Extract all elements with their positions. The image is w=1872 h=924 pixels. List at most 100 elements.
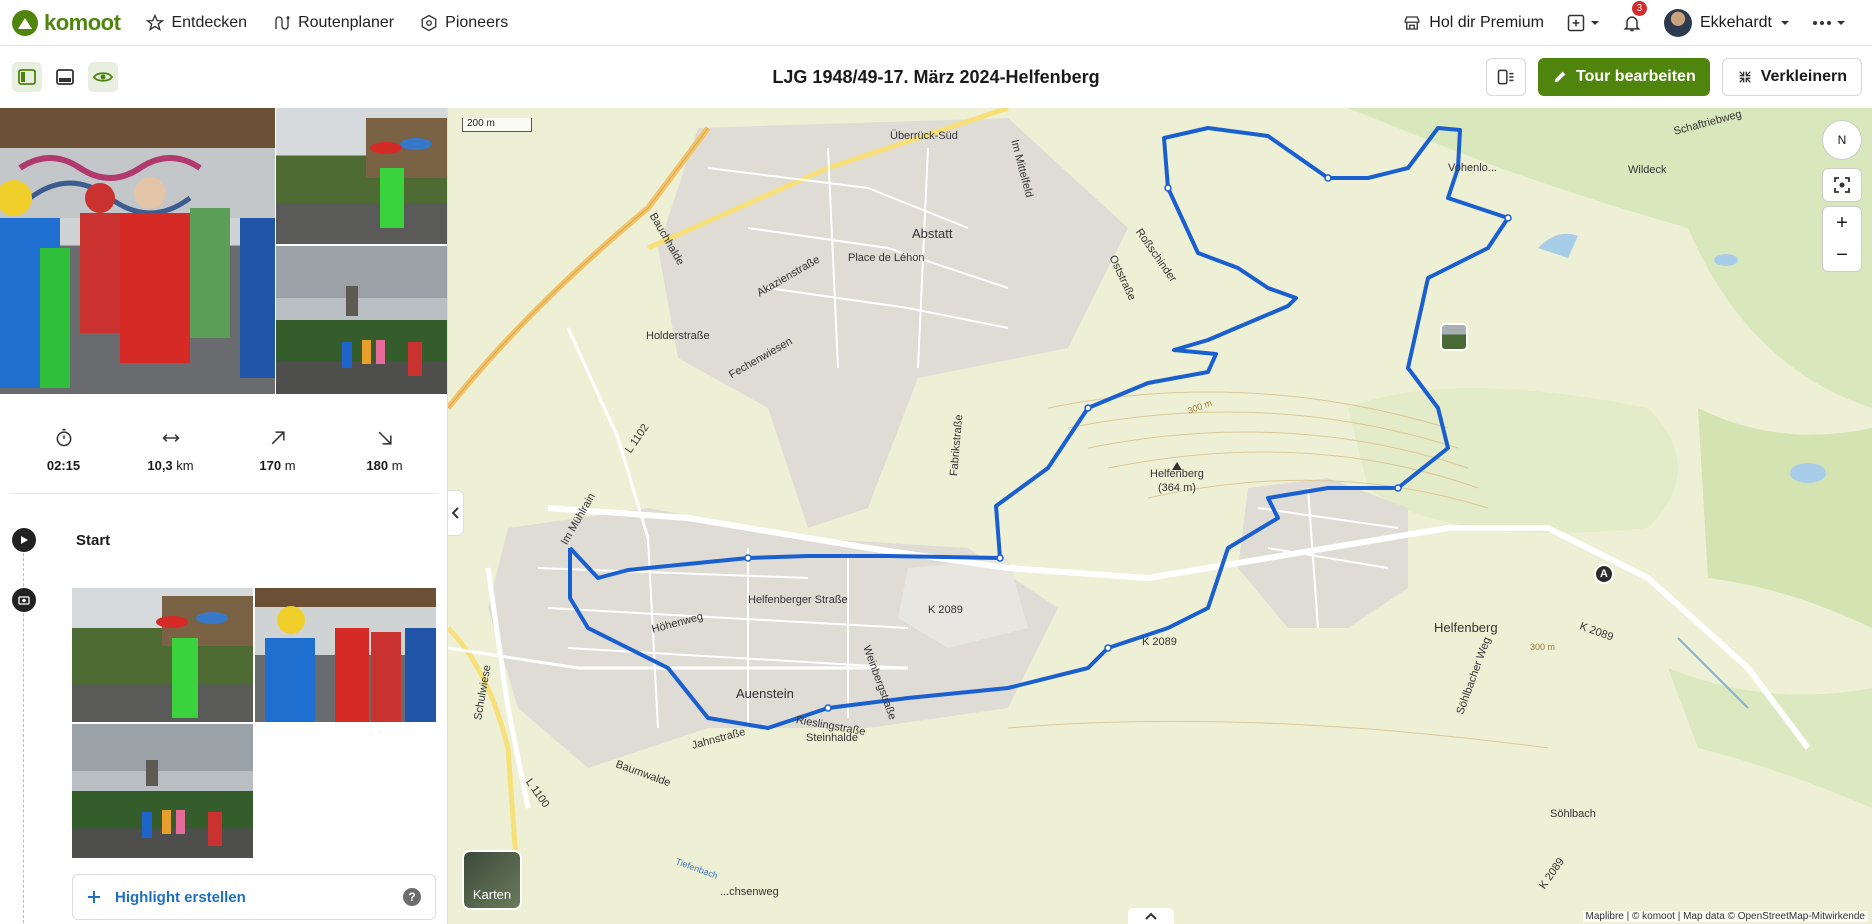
stat-distance: 10,3 km [117,408,224,493]
view-preview-toggle[interactable] [88,62,118,92]
nav-entdecken[interactable]: Entdecken [146,13,248,32]
hikers-path-image [342,286,422,376]
downhill-value: 180 [366,458,389,473]
stat-duration: 02:15 [10,408,117,493]
map-label: K 2089 [1142,636,1177,648]
zoom-out-button[interactable]: − [1822,239,1862,271]
tour-photo-hikers-umbrellas[interactable] [276,108,447,244]
more-menu-button[interactable] [1812,18,1846,28]
tour-photo-hikers-path[interactable] [276,246,447,394]
view-sidebar-toggle[interactable] [12,62,42,92]
nav-pioneers-label: Pioneers [445,13,509,31]
timeline-photo-3[interactable] [72,724,253,858]
tour-photo-group[interactable] [0,108,275,394]
user-name: Ekkehardt [1699,13,1772,31]
store-icon [1404,15,1420,30]
hexagon-icon [421,14,437,31]
pencil-icon [1554,71,1566,83]
notification-badge: 3 [1631,0,1647,16]
nav-routenplaner-label: Routenplaner [298,13,395,31]
map-photo-marker[interactable] [1440,323,1468,351]
collapse-sidebar-button[interactable] [448,490,464,536]
start-label: Start [76,531,111,549]
chevron-down-icon [1590,20,1599,25]
map-layers-button[interactable]: Karten [462,850,522,910]
map-label: Überrück-Süd [890,130,958,142]
distance-value: 10,3 [147,458,173,473]
hikers-path-image [142,760,222,846]
chevron-down-icon [1837,20,1845,25]
chevron-down-icon [1781,20,1789,25]
uphill-value: 170 [259,458,282,473]
nav-routenplaner[interactable]: Routenplaner [273,14,394,32]
view-bottom-panel-toggle[interactable] [50,62,80,92]
premium-link[interactable]: Hol dir Premium [1403,14,1544,32]
notifications-button[interactable]: 3 [1622,0,1647,33]
zoom-control: + − [1822,206,1862,272]
timeline-photo-2[interactable] [255,588,436,722]
recenter-button[interactable] [1822,169,1862,201]
route-icon [275,15,290,30]
tour-map[interactable]: 200 m Überrück-Süd Abstatt Place de Lého… [448,108,1872,924]
group-photo-image [265,606,436,722]
user-menu[interactable]: Ekkehardt [1663,8,1790,37]
focus-icon [1834,177,1850,193]
play-icon [12,528,36,552]
compare-button[interactable] [1486,58,1526,96]
more-horizontal-icon [1813,20,1831,25]
timeline-start[interactable]: Start [12,528,110,552]
eye-icon [93,72,113,82]
edit-tour-button[interactable]: Tour bearbeiten [1538,58,1710,96]
map-attribution[interactable]: Maplibre | © komoot | Map data © OpenStr… [1582,911,1868,922]
tour-sidebar: 02:15 10,3 km 170 m 180 m Start Highligh… [0,108,448,924]
shrink-button[interactable]: Verkleinern [1721,58,1862,96]
map-label: Vohenlo... [1448,162,1497,174]
map-label: Abstatt [912,226,953,241]
komoot-logo[interactable]: komoot [12,9,121,36]
help-icon[interactable]: ? [403,888,421,906]
shrink-label: Verkleinern [1760,68,1847,85]
stat-uphill: 170 m [224,408,331,493]
expand-panel-button[interactable] [1128,908,1174,924]
map-label: Holderstraße [646,330,710,342]
edit-tour-label: Tour bearbeiten [1576,68,1696,85]
plus-square-icon [1567,14,1585,31]
map-label: Söhlbach [1550,808,1596,820]
komoot-logo-icon [12,9,38,36]
map-layers-label: Karten [472,887,512,902]
map-label: Steinhalde [806,732,858,744]
tour-stats: 02:15 10,3 km 170 m 180 m [10,408,438,494]
arrow-up-right-icon [271,431,285,445]
compass-north-label: N [1837,133,1847,147]
plus-icon [88,891,100,903]
create-highlight-button[interactable]: Highlight erstellen ? [72,874,436,920]
zoom-in-button[interactable]: + [1822,207,1862,239]
map-label: Place de Léhon [848,252,925,264]
hikers-umbrella-image [156,596,253,718]
uphill-unit: m [284,458,296,473]
map-label: ...chsenweg [720,886,779,898]
camera-icon [12,588,36,612]
distance-arrows-icon [161,434,180,442]
sidebar-layout-icon [18,69,36,85]
compass-button[interactable]: N [1822,120,1862,160]
brand-name: komoot [44,9,121,35]
stat-downhill: 180 m [331,408,438,493]
nav-entdecken-label: Entdecken [171,13,248,31]
bottom-panel-icon [56,69,74,85]
downhill-unit: m [391,458,403,473]
distance-unit: km [176,458,194,473]
map-label: (364 m) [1158,482,1196,494]
map-label: Auenstein [736,686,794,701]
arrow-down-right-icon [378,431,392,445]
timeline-photo-1[interactable] [72,588,253,722]
group-photo-image [0,148,275,388]
premium-label: Hol dir Premium [1429,13,1544,31]
create-menu-button[interactable] [1566,13,1600,33]
duration-value: 02:15 [46,458,81,473]
nav-pioneers[interactable]: Pioneers [420,14,508,32]
map-label: K 2089 [928,604,963,616]
tour-toolbar: LJG 1948/49-17. März 2024-Helfenberg Tou… [0,46,1872,108]
map-marker-a[interactable]: A [1594,564,1614,584]
avatar [1663,8,1692,37]
